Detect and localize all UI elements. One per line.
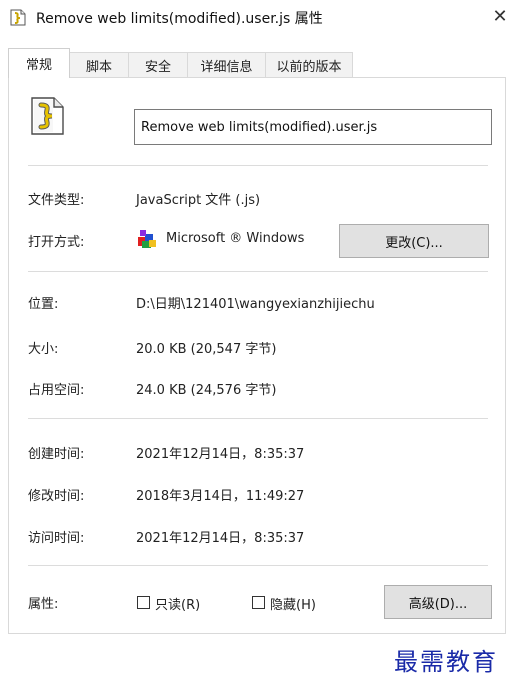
tab-label: 脚本 [85,59,112,75]
advanced-button[interactable]: 高级(D)... [384,585,492,619]
created-value: 2021年12月14日，8:35:37 [136,447,305,462]
tab-bar: 常规 脚本 安全 详细信息 以前的版本 [0,48,516,78]
windows-script-host-icon [136,228,158,250]
tab-label: 常规 [25,58,52,73]
script-file-icon [10,9,26,26]
modified-label: 修改时间: [28,489,85,504]
size-on-disk-label: 占用空间: [28,383,85,398]
size-value: 20.0 KB (20,547 字节) [136,342,277,357]
filename-input[interactable] [134,109,492,145]
readonly-label: 只读(R) [155,598,201,613]
accessed-value: 2021年12月14日，8:35:37 [136,531,305,546]
tab-label: 以前的版本 [276,59,342,75]
tab-security[interactable]: 安全 [128,52,188,77]
hidden-checkbox[interactable] [252,596,265,609]
advanced-button-label: 高级(D)... [408,596,468,612]
file-type-label: 文件类型: [28,193,85,208]
file-type-value: JavaScript 文件 (.js) [136,193,261,208]
tab-previous-versions[interactable]: 以前的版本 [265,52,353,77]
change-button-label: 更改(C)... [385,235,443,251]
window-title: Remove web limits(modified).user.js 属性 [36,11,323,27]
modified-value: 2018年3月14日，11:49:27 [136,489,305,504]
attributes-label: 属性: [28,597,59,612]
open-with-value: Microsoft ® Windows [166,231,305,246]
tab-label: 安全 [144,59,171,75]
size-label: 大小: [28,342,59,357]
tab-label: 详细信息 [200,59,253,75]
readonly-checkbox[interactable] [137,596,150,609]
open-with-label: 打开方式: [28,235,85,250]
script-file-icon [30,96,66,136]
location-label: 位置: [28,297,59,312]
divider [28,565,488,566]
divider [28,165,488,166]
divider [28,418,488,419]
close-button[interactable]: ✕ [486,2,514,30]
size-on-disk-value: 24.0 KB (24,576 字节) [136,383,277,398]
divider [28,271,488,272]
change-button[interactable]: 更改(C)... [339,224,489,258]
accessed-label: 访问时间: [28,531,85,546]
created-label: 创建时间: [28,447,85,462]
hidden-label: 隐藏(H) [270,598,316,613]
watermark-logo: 最需教育 [394,648,498,676]
tab-general[interactable]: 常规 [8,48,70,78]
tab-script[interactable]: 脚本 [69,52,129,77]
tab-details[interactable]: 详细信息 [187,52,266,77]
close-icon: ✕ [492,5,508,27]
location-value: D:\日期\121401\wangyexianzhijiechu [136,297,375,312]
